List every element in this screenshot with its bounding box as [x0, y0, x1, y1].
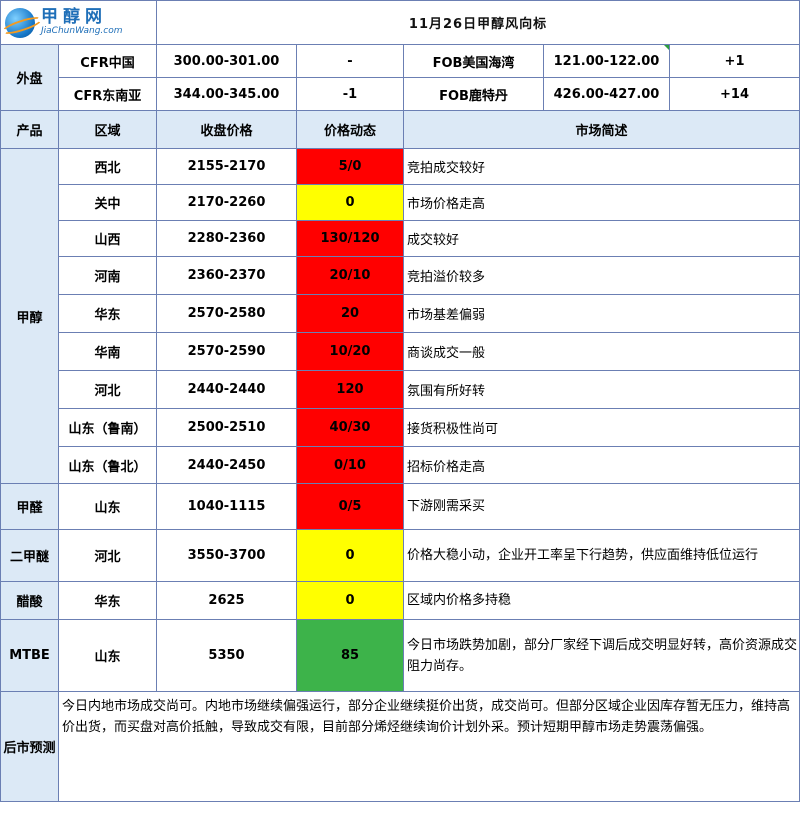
region-cell: 华南 — [58, 332, 157, 371]
price-cell: 1040-1115 — [156, 483, 297, 530]
region-cell: 华东 — [58, 294, 157, 333]
region-cell: 西北 — [58, 148, 157, 185]
forecast-label: 后市预测 — [0, 691, 59, 802]
logo: 甲醇网 JiaChunWang.com — [0, 0, 157, 45]
region-cell: 山东（鲁南） — [58, 408, 157, 447]
move-cell: 0 — [296, 581, 404, 620]
move-cell: 40/30 — [296, 408, 404, 447]
desc-cell: 成交较好 — [402, 220, 800, 257]
page-title: 11月26日甲醇风向标 — [155, 0, 800, 45]
forecast-row: 后市预测 今日内地市场成交尚可。内地市场继续偏强运行，部分企业继续挺价出货，成交尚… — [0, 691, 800, 802]
price-cell: 2155-2170 — [156, 148, 297, 185]
desc-cell: 竞拍成交较好 — [402, 148, 800, 185]
ext-left-price: 344.00-345.00 — [156, 77, 297, 111]
table-row: 甲醛 山东 1040-1115 0/5 下游刚需采买 — [0, 483, 800, 530]
ext-right-name: FOB美国海湾 — [403, 44, 544, 78]
table-row: 山东（鲁南） 2500-2510 40/30 接货积极性尚可 — [1, 408, 800, 447]
move-cell: 20 — [296, 294, 404, 333]
ext-left-price: 300.00-301.00 — [156, 44, 297, 78]
forecast-text: 今日内地市场成交尚可。内地市场继续偏强运行，部分企业继续挺价出货，成交尚可。但部… — [57, 691, 800, 802]
move-cell: 0/5 — [296, 483, 404, 530]
logo-text-en: JiaChunWang.com — [41, 25, 123, 36]
move-cell: 120 — [296, 370, 404, 409]
price-cell: 5350 — [156, 619, 297, 692]
price-table: 甲醇网 JiaChunWang.com 11月26日甲醇风向标 外盘 CFR中国… — [0, 0, 800, 802]
table-row: 河北 2440-2440 120 氛围有所好转 — [1, 370, 800, 409]
price-cell: 2360-2370 — [156, 256, 297, 295]
header-product: 产品 — [0, 110, 59, 149]
ext-right-price: 426.00-427.00 — [543, 77, 670, 111]
ext-left-change: -1 — [296, 77, 404, 111]
ext-right-name: FOB鹿特丹 — [403, 77, 544, 111]
header-price-move: 价格动态 — [296, 110, 404, 149]
ext-right-change: +1 — [668, 44, 800, 78]
table-row: 山东（鲁北） 2440-2450 0/10 招标价格走高 — [1, 446, 800, 484]
globe-logo-icon — [5, 7, 35, 38]
region-cell: 河南 — [58, 256, 157, 295]
move-cell: 5/0 — [296, 148, 404, 185]
header-close-price: 收盘价格 — [156, 110, 297, 149]
ext-left-change: - — [296, 44, 404, 78]
desc-cell: 氛围有所好转 — [402, 370, 800, 409]
region-cell: 山西 — [58, 220, 157, 257]
external-market-label: 外盘 — [0, 44, 59, 111]
ext-right-price: 121.00-122.00 — [543, 44, 670, 78]
table-row: 华南 2570-2590 10/20 商谈成交一般 — [1, 332, 800, 371]
price-cell: 2570-2590 — [156, 332, 297, 371]
desc-cell: 区域内价格多持稳 — [402, 581, 800, 620]
region-cell: 河北 — [58, 529, 157, 582]
ext-left-name: CFR东南亚 — [58, 77, 157, 111]
price-cell: 2170-2260 — [156, 184, 297, 221]
product-cell: 二甲醚 — [0, 529, 59, 582]
table-row: 河南 2360-2370 20/10 竞拍溢价较多 — [1, 256, 800, 295]
table-row: 关中 2170-2260 0 市场价格走高 — [1, 184, 800, 221]
desc-cell: 下游刚需采买 — [402, 483, 800, 530]
methanol-weathervane-sheet: 甲醇网 JiaChunWang.com 11月26日甲醇风向标 外盘 CFR中国… — [0, 0, 800, 821]
price-cell: 2500-2510 — [156, 408, 297, 447]
desc-cell: 招标价格走高 — [402, 446, 800, 484]
region-cell: 山东（鲁北） — [58, 446, 157, 484]
region-cell: 河北 — [58, 370, 157, 409]
price-cell: 2625 — [156, 581, 297, 620]
table-row: 二甲醚 河北 3550-3700 0 价格大稳小动，企业开工率呈下行趋势，供应面维持低位… — [0, 529, 800, 582]
price-cell: 2280-2360 — [156, 220, 297, 257]
table-row: 醋酸 华东 2625 0 区域内价格多持稳 — [0, 581, 800, 620]
desc-cell: 市场价格走高 — [402, 184, 800, 221]
price-cell: 2440-2450 — [156, 446, 297, 484]
price-cell: 2570-2580 — [156, 294, 297, 333]
move-cell: 20/10 — [296, 256, 404, 295]
region-cell: 华东 — [58, 581, 157, 620]
table-row: 山西 2280-2360 130/120 成交较好 — [1, 220, 800, 257]
ext-left-name: CFR中国 — [58, 44, 157, 78]
move-cell: 0 — [296, 529, 404, 582]
price-cell: 2440-2440 — [156, 370, 297, 409]
header-market-desc: 市场简述 — [402, 110, 800, 149]
desc-cell: 市场基差偏弱 — [402, 294, 800, 333]
move-cell: 10/20 — [296, 332, 404, 371]
price-cell: 3550-3700 — [156, 529, 297, 582]
desc-cell: 今日市场跌势加剧，部分厂家经下调后成交明显好转，高价资源成交阻力尚存。 — [402, 619, 800, 692]
table-row: 华东 2570-2580 20 市场基差偏弱 — [1, 294, 800, 333]
move-cell: 85 — [296, 619, 404, 692]
product-cell: 甲醇 — [0, 148, 59, 484]
table-row: MTBE 山东 5350 85 今日市场跌势加剧，部分厂家经下调后成交明显好转，高价资源… — [0, 619, 800, 692]
product-cell: 甲醛 — [0, 483, 59, 530]
move-cell: 0 — [296, 184, 404, 221]
ext-right-change: +14 — [668, 77, 800, 111]
desc-cell: 商谈成交一般 — [402, 332, 800, 371]
region-cell: 关中 — [58, 184, 157, 221]
desc-cell: 接货积极性尚可 — [402, 408, 800, 447]
region-cell: 山东 — [58, 483, 157, 530]
product-cell: 醋酸 — [0, 581, 59, 620]
table-row: 甲醇 西北 2155-2170 5/0 竞拍成交较好 — [0, 148, 800, 484]
desc-cell: 竞拍溢价较多 — [402, 256, 800, 295]
logo-text-cn: 甲醇网 — [41, 6, 107, 27]
region-cell: 山东 — [58, 619, 157, 692]
desc-cell: 价格大稳小动，企业开工率呈下行趋势，供应面维持低位运行 — [402, 529, 800, 582]
header-region: 区域 — [58, 110, 157, 149]
move-cell: 130/120 — [296, 220, 404, 257]
move-cell: 0/10 — [296, 446, 404, 484]
product-cell: MTBE — [0, 619, 59, 692]
